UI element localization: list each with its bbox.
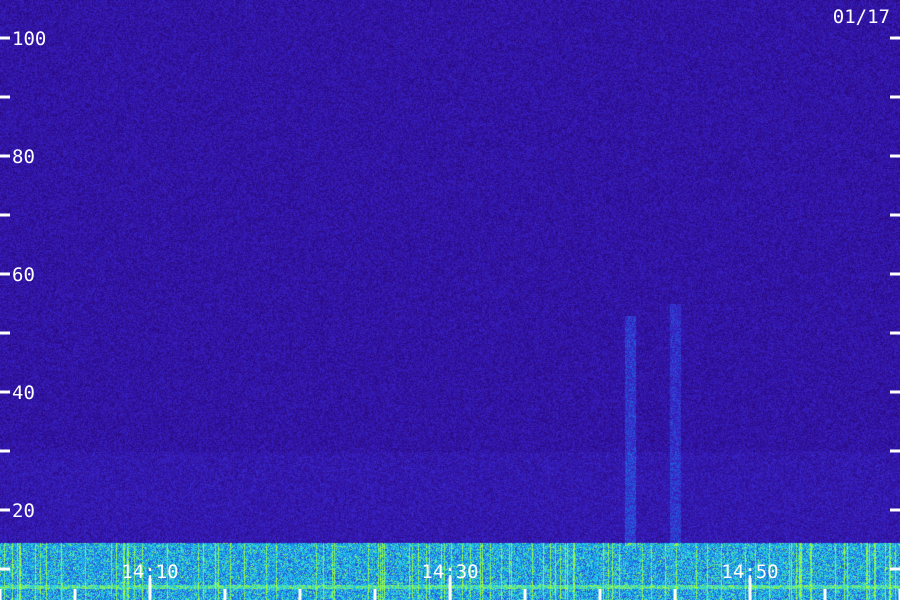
date-label: 01/17 (833, 6, 890, 28)
y-tick-label: 80 (12, 146, 35, 168)
y-tick-label: 20 (12, 500, 35, 522)
x-tick-label: 14:50 (721, 561, 778, 583)
y-tick-label: 60 (12, 264, 35, 286)
y-axis-right (890, 36, 900, 571)
y-axis-left: 20 40 60 80 100 (0, 28, 46, 571)
y-tick-label: 40 (12, 382, 35, 404)
x-tick-label: 14:10 (121, 561, 178, 583)
x-axis: 14:10 14:30 14:50 (0, 561, 900, 600)
axes-overlay: 20 40 60 80 100 14:10 14:30 14:50 01/17 (0, 6, 900, 600)
x-tick-label: 14:30 (421, 561, 478, 583)
y-tick-label: 100 (12, 28, 46, 50)
